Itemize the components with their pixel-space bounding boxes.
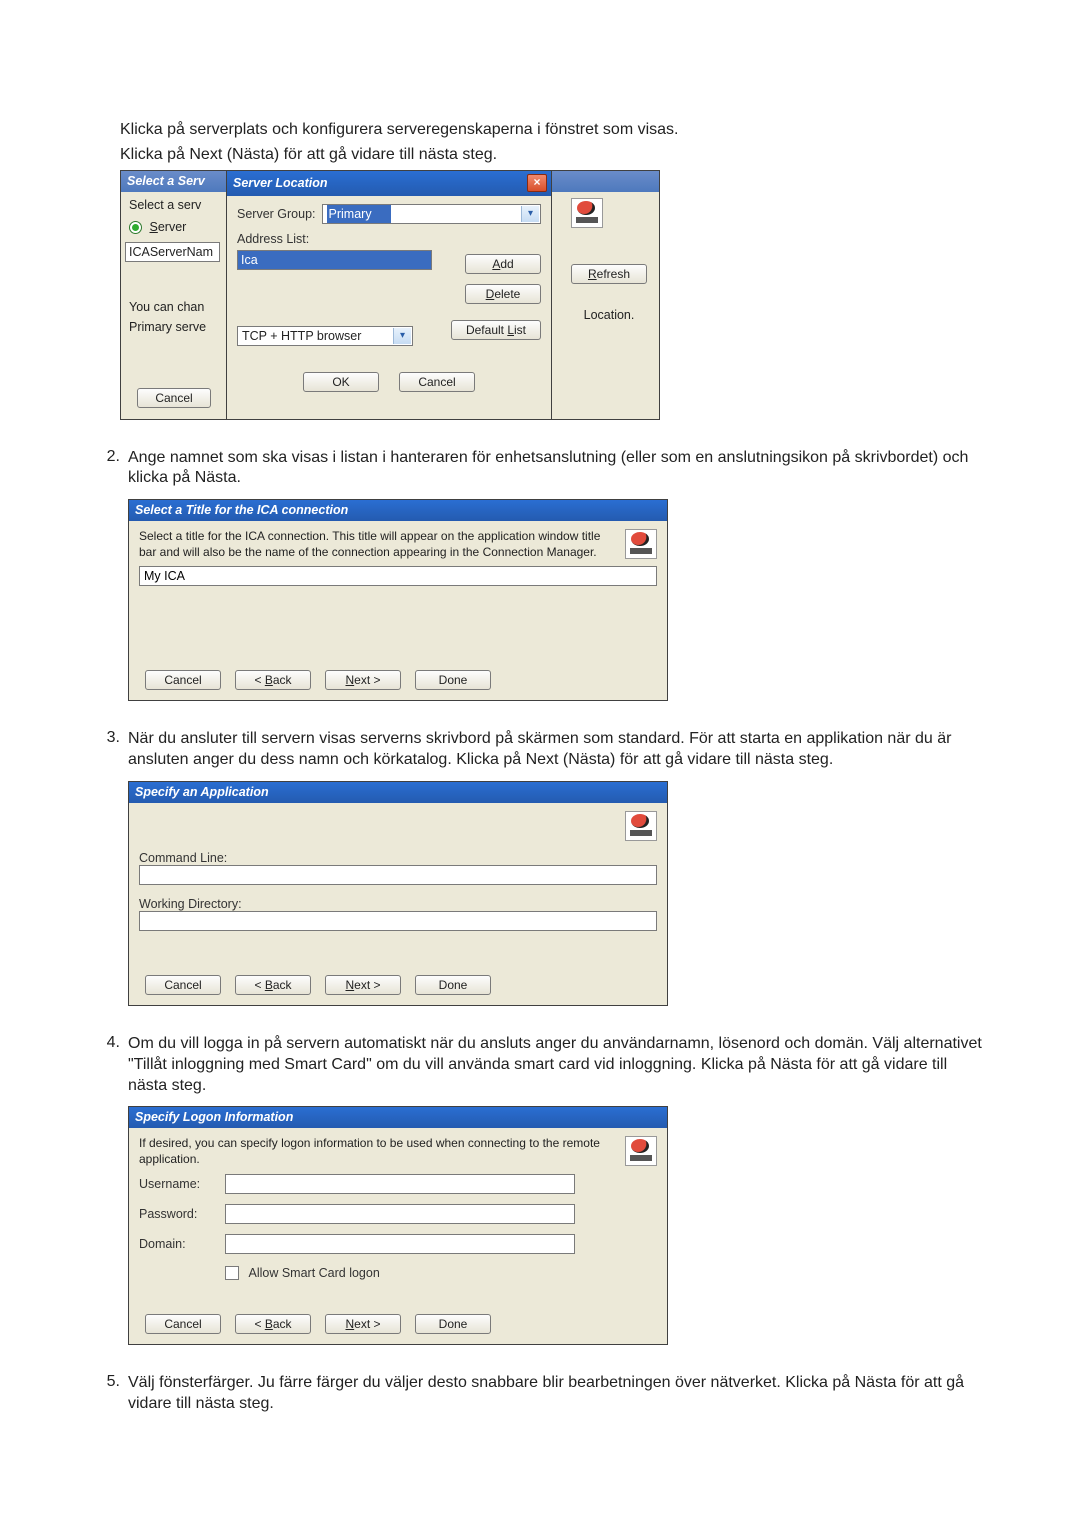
step-number-5: 5. (90, 1373, 128, 1425)
password-label: Password: (139, 1207, 225, 1221)
protocol-select[interactable]: TCP + HTTP browser ▾ (237, 326, 413, 346)
dialog-logon-info: Specify Logon Information If desired, yo… (128, 1106, 668, 1345)
address-list-label: Address List: (237, 232, 541, 246)
server-group-select[interactable]: Primary ▾ (322, 204, 541, 224)
dialog-title: Server Location (233, 176, 527, 190)
dialog-title: Specify Logon Information (135, 1110, 663, 1124)
domain-label: Domain: (139, 1237, 225, 1251)
next-button[interactable]: Next > (325, 1314, 401, 1334)
working-dir-label: Working Directory: (139, 897, 657, 911)
server-group-label: Server Group: (237, 207, 316, 221)
cancel-button[interactable]: Cancel (137, 388, 211, 408)
title-input[interactable] (139, 566, 657, 586)
ica-server-name[interactable]: ICAServerNam (125, 242, 220, 262)
done-button[interactable]: Done (415, 1314, 491, 1334)
label-select-serv: Select a serv (129, 198, 201, 212)
done-button[interactable]: Done (415, 670, 491, 690)
dialog-description: If desired, you can specify logon inform… (139, 1136, 615, 1167)
working-dir-input[interactable] (139, 911, 657, 931)
citrix-logo-icon (625, 811, 657, 841)
chevron-down-icon: ▾ (393, 328, 411, 344)
ok-button[interactable]: OK (303, 372, 379, 392)
add-button[interactable]: Add (465, 254, 541, 274)
back-button[interactable]: < Back (235, 975, 311, 995)
dialog-server-location: Server Location × Server Group: Primary … (226, 170, 552, 420)
command-line-input[interactable] (139, 865, 657, 885)
username-label: Username: (139, 1177, 225, 1191)
domain-input[interactable] (225, 1234, 575, 1254)
smartcard-checkbox[interactable] (225, 1266, 239, 1280)
citrix-logo-icon (625, 1136, 657, 1166)
citrix-logo-icon (625, 529, 657, 559)
next-button[interactable]: Next > (325, 975, 401, 995)
dialog-title: Select a Title for the ICA connection (135, 503, 663, 517)
radio-server-icon (129, 221, 142, 234)
cancel-button[interactable]: Cancel (399, 372, 475, 392)
back-button[interactable]: < Back (235, 670, 311, 690)
back-button[interactable]: < Back (235, 1314, 311, 1334)
intro-line-2: Klicka på Next (Nästa) för att gå vidare… (120, 145, 990, 166)
chevron-down-icon: ▾ (521, 206, 539, 222)
default-list-button[interactable]: Default List (451, 320, 541, 340)
step-number-3: 3. (90, 729, 128, 1006)
command-line-label: Command Line: (139, 851, 657, 865)
primary-serve: Primary serve (129, 320, 206, 334)
dialog-title: Specify an Application (135, 785, 663, 799)
smartcard-label: Allow Smart Card logon (248, 1266, 379, 1280)
step-number-4: 4. (90, 1034, 128, 1345)
step-number-2: 2. (90, 448, 128, 702)
password-input[interactable] (225, 1204, 575, 1224)
dialog-specify-application: Specify an Application Command Line: Wor… (128, 781, 668, 1006)
done-button[interactable]: Done (415, 975, 491, 995)
location-label: Location. (571, 308, 647, 322)
step-text-4: Om du vill logga in på servern automatis… (128, 1034, 990, 1096)
address-list-value[interactable]: Ica (237, 250, 432, 270)
delete-button[interactable]: Delete (465, 284, 541, 304)
cancel-button[interactable]: Cancel (145, 1314, 221, 1334)
cancel-button[interactable]: Cancel (145, 670, 221, 690)
step-text-5: Välj fönsterfärger. Ju färre färger du v… (128, 1373, 990, 1415)
next-button[interactable]: Next > (325, 670, 401, 690)
refresh-button[interactable]: Refresh (571, 264, 647, 284)
radio-server-label[interactable]: Server (149, 220, 186, 234)
dialog-description: Select a title for the ICA connection. T… (139, 529, 615, 560)
you-can-change: You can chan (129, 300, 204, 314)
cancel-button[interactable]: Cancel (145, 975, 221, 995)
step-text-3: När du ansluter till servern visas serve… (128, 729, 990, 771)
dialog-select-title: Select a Title for the ICA connection Se… (128, 499, 668, 701)
close-icon[interactable]: × (527, 174, 547, 192)
citrix-logo-icon (571, 198, 603, 228)
username-input[interactable] (225, 1174, 575, 1194)
step-text-2: Ange namnet som ska visas i listan i han… (128, 448, 990, 490)
intro-line-1: Klicka på serverplats och konfigurera se… (120, 120, 990, 141)
